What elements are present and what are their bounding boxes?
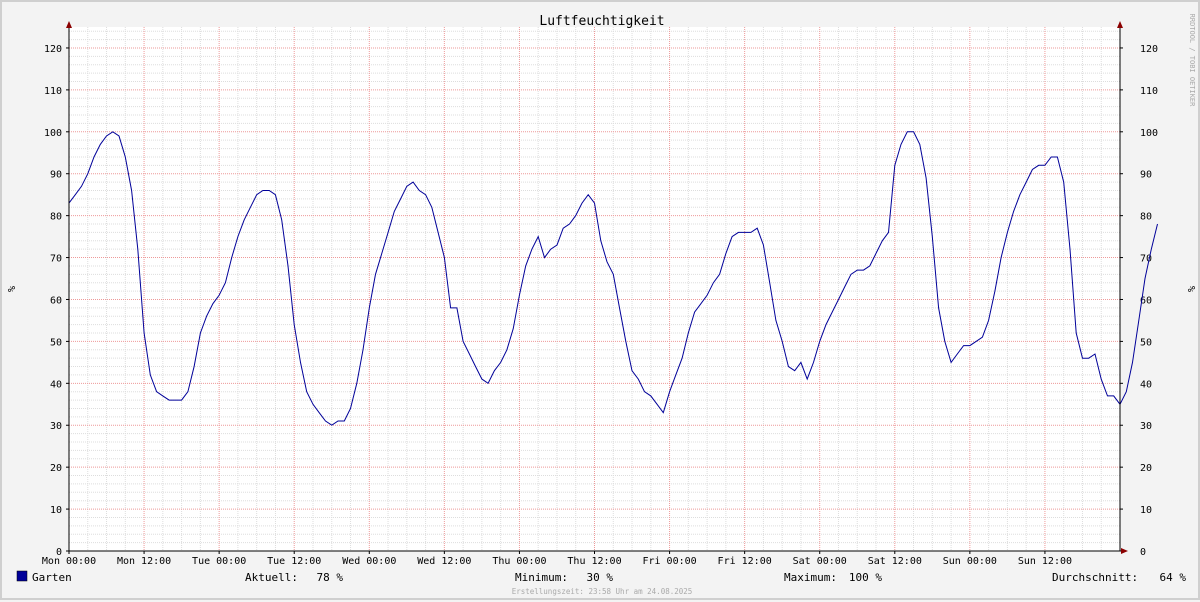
legend-durchschnitt-label: Durchschnitt: [1052, 571, 1138, 584]
legend-minimum-value: 30 % [587, 571, 614, 584]
x-tick-label: Sun 12:00 [1018, 556, 1072, 567]
x-tick-label: Mon 00:00 [42, 556, 96, 567]
y-tick-label-right: 20 [1140, 463, 1152, 474]
x-tick-label: Fri 00:00 [642, 556, 696, 567]
x-tick-label: Sun 00:00 [943, 556, 997, 567]
y-axis-right-label: % [1187, 286, 1198, 292]
y-tick-label-left: 90 [50, 170, 62, 181]
x-axis-ticks: Mon 00:00 Mon 12:00 Tue 00:00 Tue 12:00 Wed … [42, 551, 1072, 567]
y-tick-label-right: 40 [1140, 379, 1152, 390]
y-tick-label-right: 120 [1140, 44, 1158, 55]
legend-swatch-garten [16, 570, 28, 582]
x-tick-label: Sat 12:00 [868, 556, 922, 567]
y-axis-left-label: % [7, 286, 18, 292]
y-tick-label-right: 0 [1140, 547, 1146, 558]
humidity-chart: 0102030405060708090100110120 01020304050… [7, 14, 1198, 596]
x-tick-label: Wed 12:00 [417, 556, 471, 567]
y-tick-label-right: 80 [1140, 212, 1152, 223]
y-tick-label-left: 60 [50, 295, 62, 306]
y-tick-label-left: 120 [44, 44, 62, 55]
x-tick-label: Thu 00:00 [492, 556, 546, 567]
legend-maximum-value: 100 % [849, 571, 882, 584]
y-tick-label-left: 70 [50, 254, 62, 265]
x-tick-label: Fri 12:00 [718, 556, 772, 567]
legend-aktuell-label: Aktuell: [245, 571, 298, 584]
x-tick-label: Tue 00:00 [192, 556, 246, 567]
x-tick-label: Thu 12:00 [567, 556, 621, 567]
creation-timestamp: Erstellungszeit: 23:58 Uhr am 24.08.2025 [512, 587, 693, 596]
y-tick-label-left: 40 [50, 379, 62, 390]
y-tick-label-left: 100 [44, 128, 62, 139]
y-axis-right-arrow-icon [1117, 21, 1123, 28]
y-tick-label-left: 10 [50, 505, 62, 516]
x-axis-arrow-icon [1121, 548, 1128, 554]
y-tick-label-right: 30 [1140, 421, 1152, 432]
rrdtool-watermark: RRDTOOL / TOBI OETIKER [1188, 14, 1196, 108]
y-tick-label-left: 110 [44, 86, 62, 97]
legend-series-name: Garten [32, 571, 72, 584]
x-tick-label: Sat 00:00 [793, 556, 847, 567]
y-axis-left-ticks: 0102030405060708090100110120 [44, 44, 69, 558]
y-tick-label-right: 10 [1140, 505, 1152, 516]
x-tick-label: Tue 12:00 [267, 556, 321, 567]
x-tick-label: Wed 00:00 [342, 556, 396, 567]
legend-aktuell-value: 78 % [317, 571, 344, 584]
chart-title: Luftfeuchtigkeit [539, 14, 664, 29]
y-tick-label-left: 80 [50, 212, 62, 223]
y-tick-label-right: 50 [1140, 337, 1152, 348]
legend-maximum-label: Maximum: [784, 571, 837, 584]
x-tick-label: Mon 12:00 [117, 556, 171, 567]
y-axis-left-arrow-icon [66, 21, 72, 28]
legend-minimum-label: Minimum: [515, 571, 568, 584]
y-tick-label-left: 50 [50, 337, 62, 348]
y-tick-label-left: 30 [50, 421, 62, 432]
y-tick-label-right: 90 [1140, 170, 1152, 181]
y-tick-label-left: 20 [50, 463, 62, 474]
chart-frame: 0 10 20 30 40 50 60 70 80 90 100 110 120 0 10 20 30 40 50… [0, 0, 1200, 600]
legend-durchschnitt-value: 64 % [1160, 571, 1187, 584]
y-axis-right-ticks: 0102030405060708090100110120 [1120, 44, 1158, 558]
y-tick-label-right: 110 [1140, 86, 1158, 97]
y-tick-label-right: 100 [1140, 128, 1158, 139]
